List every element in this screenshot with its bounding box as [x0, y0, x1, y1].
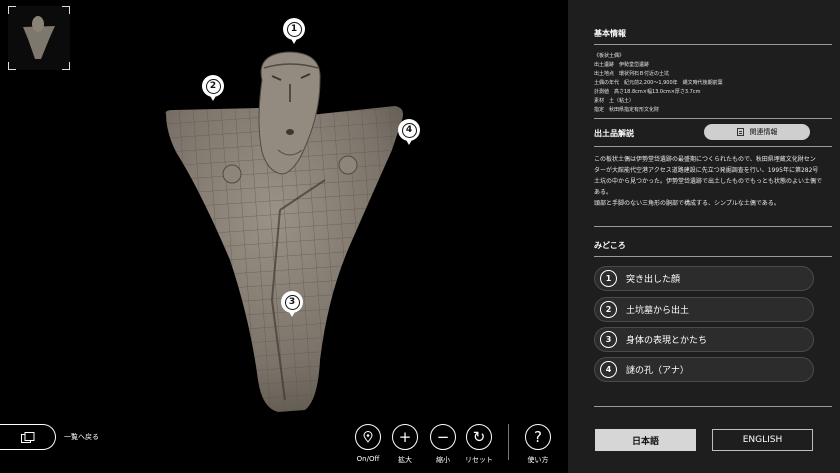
- zoom-out-button[interactable]: − 縮小: [428, 424, 458, 465]
- divider: [594, 118, 832, 119]
- language-english-button[interactable]: ENGLISH: [712, 429, 813, 451]
- plus-icon: +: [392, 424, 418, 450]
- frame-corner: [8, 62, 16, 70]
- info-panel: 基本情報 《板状土偶》 出土遺跡 伊勢堂岱遺跡 出土地点 環状列石Ｂ付近の土坑 …: [568, 0, 840, 473]
- minus-icon: −: [430, 424, 456, 450]
- commentary-text: この板状土偶は伊勢堂岱遺跡の最盛期につくられたもので、秋田県埋蔵文化財セン ター…: [594, 156, 823, 207]
- highlight-item-1[interactable]: 1 突き出した顔: [594, 266, 814, 291]
- language-japanese-button[interactable]: 日本語: [595, 429, 696, 451]
- highlight-item-2[interactable]: 2 土坑墓から出土: [594, 297, 814, 322]
- number-badge: 3: [600, 331, 617, 348]
- hotspot-pin-4[interactable]: 4: [398, 119, 420, 149]
- number-badge: 2: [600, 301, 617, 318]
- thumbnail-navigator[interactable]: [8, 6, 70, 70]
- document-icon: [736, 128, 744, 136]
- highlight-label: 突き出した顔: [626, 275, 681, 285]
- frame-corner: [62, 62, 70, 70]
- hotspot-pin-3[interactable]: 3: [281, 291, 303, 321]
- pin-icon: [363, 431, 373, 443]
- back-to-list-label[interactable]: 一覧へ戻る: [64, 432, 99, 442]
- basic-info-line: 素材 土（粘土）: [594, 98, 635, 104]
- zoom-in-button[interactable]: + 拡大: [390, 424, 420, 465]
- help-button[interactable]: ? 使い方: [523, 424, 553, 465]
- basic-info-line: 土偶の年代 紀元前2,200〜1,900年 縄文時代後期前葉: [594, 80, 723, 86]
- gallery-icon: [20, 431, 34, 443]
- divider: [594, 406, 832, 407]
- basic-info-line: 出土地点 環状列石Ｂ付近の土坑: [594, 71, 670, 77]
- reset-button[interactable]: ↻ リセット: [464, 424, 494, 465]
- back-to-list-button[interactable]: [0, 424, 56, 450]
- basic-info-list: 《板状土偶》 出土遺跡 伊勢堂岱遺跡 出土地点 環状列石Ｂ付近の土坑 土偶の年代…: [594, 52, 832, 115]
- highlights-title: みどころ: [594, 241, 626, 250]
- highlight-item-3[interactable]: 3 身体の表現とかたち: [594, 327, 814, 352]
- highlight-item-4[interactable]: 4 謎の孔（アナ）: [594, 357, 814, 382]
- frame-corner: [8, 6, 16, 14]
- basic-info-line: 指定 秋田県指定有形文化財: [594, 107, 660, 113]
- reset-icon: ↻: [466, 424, 492, 450]
- control-divider: [508, 424, 509, 460]
- thumbnail-figurine-image: [23, 16, 55, 59]
- pin-toggle-button[interactable]: On/Off: [353, 424, 383, 463]
- highlight-label: 謎の孔（アナ）: [626, 366, 689, 376]
- frame-corner: [62, 6, 70, 14]
- divider: [594, 146, 832, 147]
- divider: [594, 44, 832, 45]
- related-info-label: 関連情報: [749, 128, 778, 136]
- highlight-label: 土坑墓から出土: [626, 306, 690, 316]
- highlight-label: 身体の表現とかたち: [626, 336, 708, 346]
- hotspot-pin-1[interactable]: 1: [283, 18, 305, 48]
- related-info-button[interactable]: 関連情報: [704, 124, 810, 140]
- basic-info-line: 出土遺跡 伊勢堂岱遺跡: [594, 62, 650, 68]
- help-icon: ?: [525, 424, 551, 450]
- divider: [594, 256, 832, 257]
- commentary-title: 出土品解説: [594, 129, 634, 138]
- divider: [594, 226, 832, 227]
- hotspot-pin-2[interactable]: 2: [202, 75, 224, 105]
- basic-info-title: 基本情報: [594, 29, 626, 38]
- number-badge: 1: [600, 270, 617, 287]
- figurine-image: [165, 51, 404, 412]
- number-badge: 4: [600, 361, 617, 378]
- basic-info-line: 計測値 高さ18.8cm×幅13.0cm×厚さ3.7cm: [594, 89, 701, 95]
- basic-info-line: 《板状土偶》: [594, 53, 625, 59]
- artifact-viewer[interactable]: 1 2 3 4 一覧へ戻る On/Off + 拡大 − 縮小 ↻ リセット ? …: [0, 0, 568, 473]
